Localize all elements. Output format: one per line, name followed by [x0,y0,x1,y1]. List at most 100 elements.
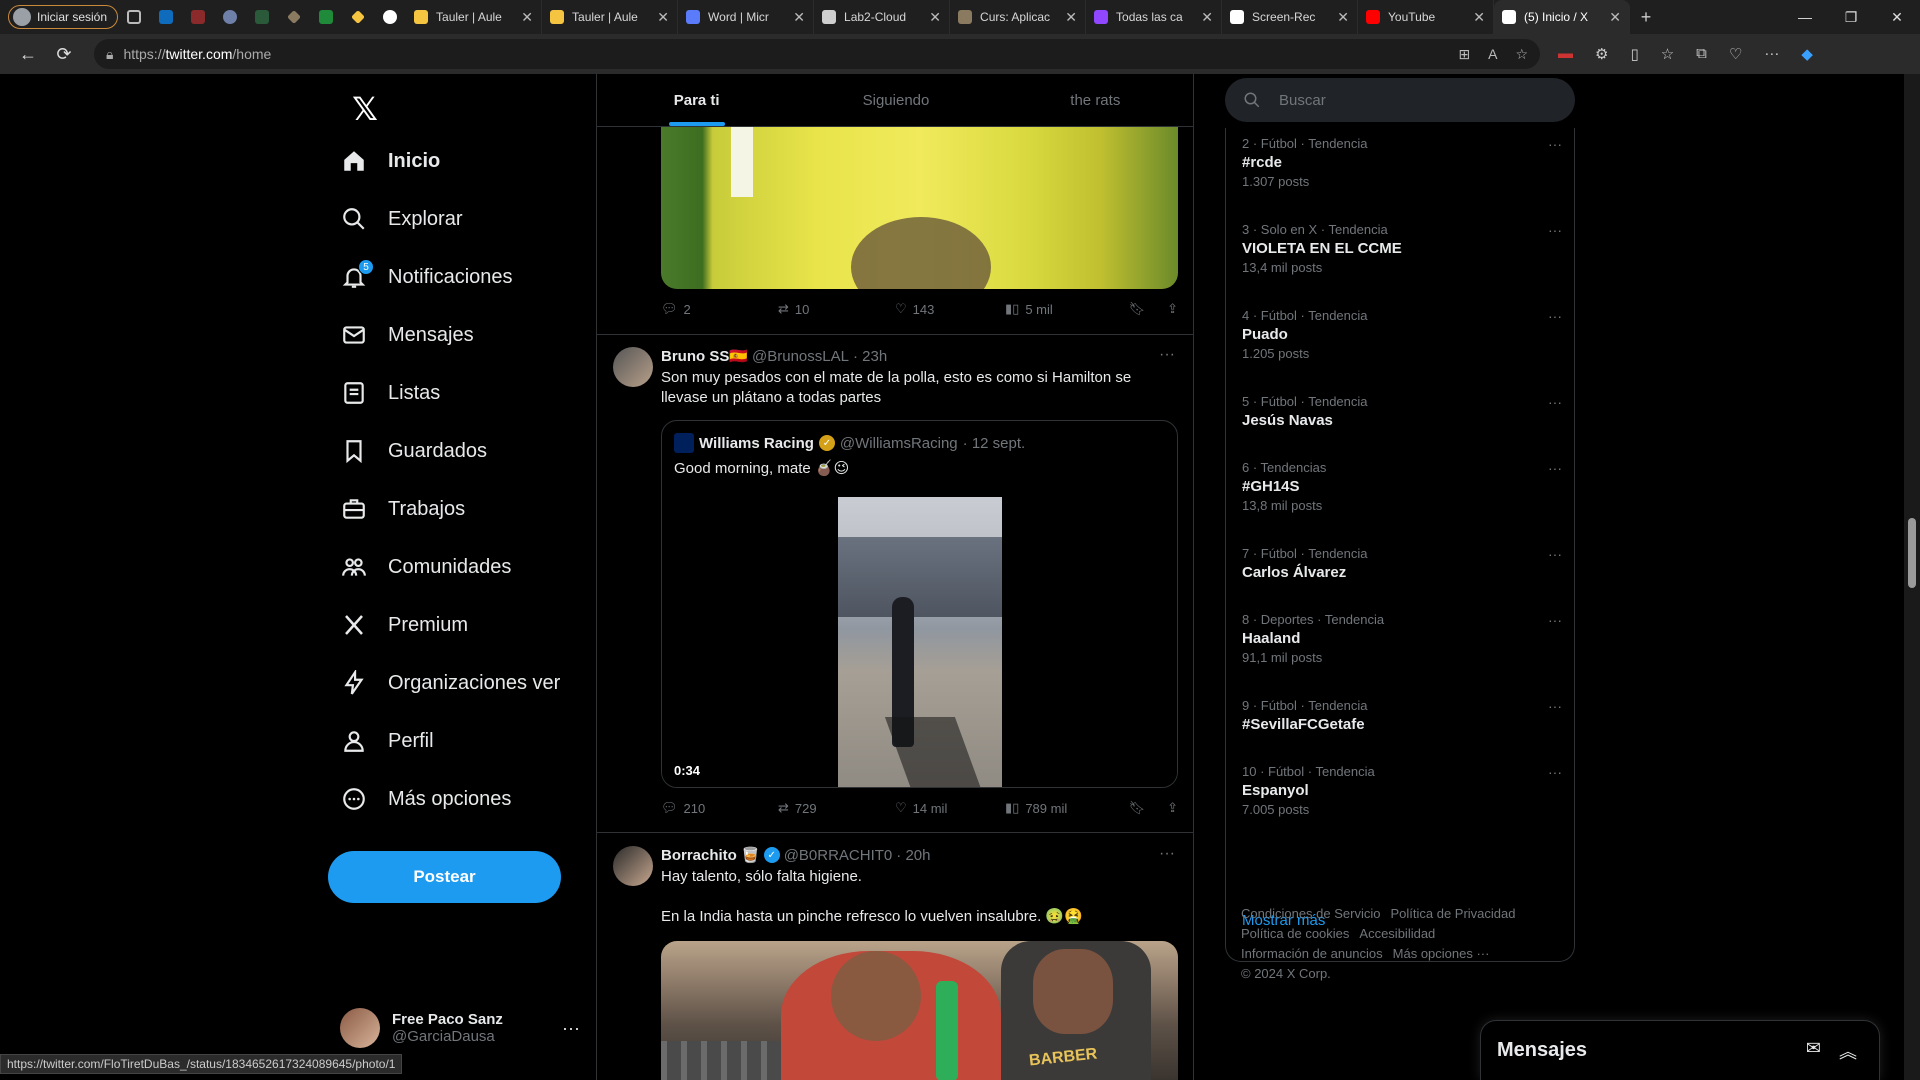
scrollbar-thumb[interactable] [1908,518,1916,588]
footer-link[interactable]: Más opciones ··· [1393,946,1490,961]
sidebar-item-listas[interactable]: Listas [340,368,440,418]
extension-flag-icon[interactable]: ▬ [1558,45,1573,63]
bookmark-icon[interactable]: 🔖︎ [1129,800,1146,816]
avatar[interactable] [613,347,653,387]
pinned-tab-2[interactable] [214,0,246,34]
refresh-icon[interactable]: ⟳ [46,44,82,65]
close-window-icon[interactable]: ✕ [1874,9,1920,26]
more-dots-icon[interactable]: ··· [1548,308,1562,324]
more-dots-icon[interactable]: ··· [1159,346,1175,364]
x-logo-icon[interactable]: 𝕏 [340,84,390,134]
messages-drawer[interactable]: Mensajes ✉ ︽ [1480,1020,1880,1080]
author-name[interactable]: Bruno SS🇪🇸 [661,347,748,365]
tab-the-rats[interactable]: the rats [996,74,1193,126]
collections-icon[interactable]: ⧉ [1696,45,1707,63]
tweet-time[interactable]: · 23h [853,348,887,365]
tab-close-icon[interactable]: ✕ [1337,9,1349,26]
back-icon[interactable]: ← [10,44,46,65]
reply-button[interactable]: 💬︎ 210 [661,800,778,816]
trend-item[interactable]: 10 · Fútbol · Tendencia Espanyol 7.005 pos… [1242,764,1562,817]
retweet-button[interactable]: ⇄ 729 [778,800,895,816]
tab-close-icon[interactable]: ✕ [1201,9,1213,26]
footer-link[interactable]: Condiciones de Servicio [1241,906,1380,921]
sidebar-item-premium[interactable]: Premium [340,600,468,650]
trend-item[interactable]: 8 · Deportes · Tendencia Haaland 91,1 mil … [1242,612,1562,665]
browser-tab[interactable]: (5) Inicio / X ✕ [1494,0,1631,34]
new-message-icon[interactable]: ✉ [1806,1038,1821,1064]
tab-close-icon[interactable]: ✕ [1473,9,1485,26]
new-tab-button[interactable]: + [1630,7,1662,28]
tab-para-ti[interactable]: Para ti [597,74,796,126]
more-dots-icon[interactable]: ··· [1548,460,1562,476]
more-dots-icon[interactable]: ··· [1548,612,1562,628]
tab-close-icon[interactable]: ✕ [1609,9,1621,26]
tweet-media-image[interactable]: BARBER [661,941,1178,1080]
trend-item[interactable]: 2 · Fútbol · Tendencia #rcde 1.307 posts ··… [1242,136,1562,189]
share-icon[interactable]: ⇪ [1167,301,1178,317]
browser-tab[interactable]: Screen-Rec ✕ [1222,0,1359,34]
pinned-tab-outlook[interactable] [150,0,182,34]
views-button[interactable]: ▮▯ 789 mil [1005,800,1123,816]
more-dots-icon[interactable]: ··· [1159,845,1175,863]
author-handle[interactable]: @B0RRACHIT0 [784,847,893,864]
split-screen-icon[interactable]: ▯ [1630,45,1638,63]
bookmark-icon[interactable]: 🔖︎ [1129,301,1146,317]
tab-close-icon[interactable]: ✕ [793,9,805,26]
more-dots-icon[interactable]: ··· [1548,698,1562,714]
tab-close-icon[interactable]: ✕ [521,9,533,26]
app-available-icon[interactable]: ⊞ [1458,46,1470,63]
copilot-icon[interactable]: ◆ [1801,45,1813,63]
browser-tab[interactable]: Todas las ca ✕ [1086,0,1223,34]
trend-item[interactable]: 9 · Fútbol · Tendencia #SevillaFCGetafe ··… [1242,698,1562,733]
minimize-icon[interactable]: — [1782,9,1828,26]
more-dots-icon[interactable]: ··· [1548,222,1562,238]
extensions-icon[interactable]: ⚙ [1595,45,1608,63]
more-dots-icon[interactable]: ··· [1548,136,1562,152]
trend-item[interactable]: 4 · Fútbol · Tendencia Puado 1.205 posts ··… [1242,308,1562,361]
trend-item[interactable]: 7 · Fútbol · Tendencia Carlos Álvarez ··· [1242,546,1562,581]
profile-button[interactable]: Iniciar sesión [8,5,119,29]
sidebar-item-notificaciones[interactable]: 5 Notificaciones [340,252,513,302]
sidebar-item-explorar[interactable]: Explorar [340,194,462,244]
post-button[interactable]: Postear [328,851,561,903]
restore-icon[interactable]: ❐ [1828,9,1874,26]
url-field[interactable]: 🔒︎ https://twitter.com/home ⊞ A ☆ [94,39,1540,69]
tab-close-icon[interactable]: ✕ [657,9,669,26]
sidebar-item-guardados[interactable]: Guardados [340,426,487,476]
workspaces-icon[interactable] [118,0,150,34]
tab-siguiendo[interactable]: Siguiendo [796,74,995,126]
trend-item[interactable]: 5 · Fútbol · Tendencia Jesús Navas ··· [1242,394,1562,429]
tweet-media-image[interactable] [661,127,1178,289]
browser-tab[interactable]: Tauler | Aule ✕ [542,0,679,34]
pinned-tab-chatgpt[interactable] [374,0,406,34]
sidebar-item-organizaciones-ver[interactable]: Organizaciones ver [340,658,560,708]
account-switcher[interactable]: Free Paco Sanz @GarciaDausa ··· [340,1004,580,1052]
expand-chevron-icon[interactable]: ︽ [1839,1038,1857,1064]
pinned-tab-6[interactable] [342,0,374,34]
quoted-tweet[interactable]: Williams Racing ✓ @WilliamsRacing · 12 s… [661,420,1178,788]
sidebar-item-trabajos[interactable]: Trabajos [340,484,465,534]
reply-button[interactable]: 💬︎ 2 [661,301,778,317]
author-name[interactable]: Borrachito 🥃 [661,846,760,864]
tab-close-icon[interactable]: ✕ [1065,9,1077,26]
sidebar-item-más-opciones[interactable]: Más opciones [340,774,511,824]
trend-item[interactable]: 6 · Tendencias #GH14S 13,8 mil posts ··· [1242,460,1562,513]
tweet-time[interactable]: · 20h [896,847,930,864]
author-handle[interactable]: @BrunossLAL [752,348,849,365]
tab-close-icon[interactable]: ✕ [929,9,941,26]
browser-essentials-icon[interactable]: ♡ [1729,45,1742,63]
retweet-button[interactable]: ⇄ 10 [778,301,895,317]
sidebar-item-inicio[interactable]: Inicio [340,136,440,186]
video-player[interactable]: 0:34 [662,497,1177,787]
pinned-tab-1[interactable] [182,0,214,34]
footer-link[interactable]: Política de Privacidad [1390,906,1515,921]
browser-tab[interactable]: Lab2-Cloud ✕ [814,0,951,34]
views-button[interactable]: ▮▯ 5 mil [1005,301,1123,317]
favorite-star-icon[interactable]: ☆ [1515,46,1528,63]
browser-tab[interactable]: Curs: Aplicac ✕ [950,0,1087,34]
page-scrollbar[interactable] [1904,74,1920,1080]
share-icon[interactable]: ⇪ [1167,800,1178,816]
footer-link[interactable]: Accesibilidad [1359,926,1435,941]
avatar[interactable] [613,846,653,886]
like-button[interactable]: ♡ 143 [895,301,1005,317]
